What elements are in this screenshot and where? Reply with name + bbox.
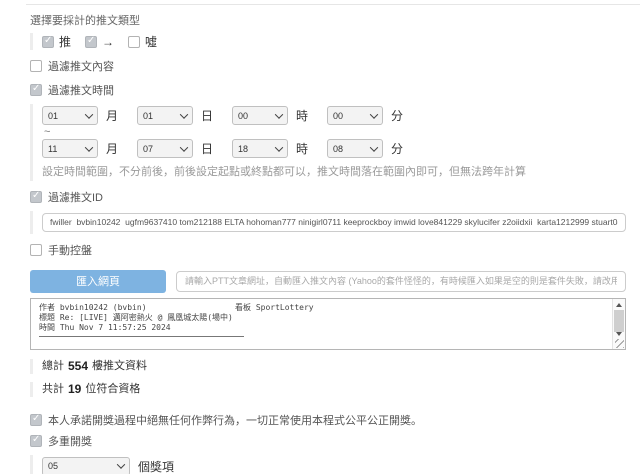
chevron-down-icon [274, 142, 284, 152]
chevron-down-icon [84, 142, 94, 152]
month-unit-label: 月 [106, 142, 119, 156]
manual-rig-checkbox[interactable] [30, 243, 42, 256]
article-author-board-line: 作者 bvbin10242 (bvbin) 看板 SportLottery [39, 303, 603, 313]
arrow-label: → [102, 34, 115, 49]
time-range-group: 01 月 01 日 00 時 00 分 ~ 11 月 07 日 18 時 08 … [30, 104, 626, 181]
multi-draw-label: 多重開獎 [48, 435, 92, 448]
article-content-textarea[interactable]: 作者 bvbin10242 (bvbin) 看板 SportLottery 標題… [30, 297, 626, 350]
prize-count-select[interactable]: 05 [42, 456, 130, 474]
lottery-form: 選擇要採計的推文類型 推 → 噓 過濾推文內容 過濾推文時間 01 月 [0, 5, 640, 474]
multi-draw-group: 05 個獎項 此選項可一次開出多位得獎者 [30, 454, 626, 474]
time-end-row: 11 月 07 日 18 時 08 分 [42, 139, 626, 158]
scrollbar-thumb[interactable] [614, 309, 624, 332]
chevron-down-icon [274, 109, 284, 119]
filter-content-checkbox[interactable] [30, 60, 42, 72]
filter-time-label: 過濾推文時間 [48, 85, 114, 97]
filter-id-row: 過濾推文ID [30, 189, 626, 205]
manual-rig-row: 手動控盤 [30, 242, 626, 258]
day-unit-label: 日 [201, 109, 214, 123]
qualified-count-line: 共計 19 位符合資格 [30, 381, 626, 397]
scroll-up-icon[interactable] [616, 302, 622, 307]
arrow-checkbox[interactable] [85, 35, 98, 48]
total-suffix: 樓推文資料 [92, 359, 148, 372]
day-unit-label: 日 [201, 142, 214, 156]
id-filter-input[interactable] [42, 212, 626, 232]
resize-grip-icon[interactable] [615, 338, 624, 348]
chevron-down-icon [179, 109, 189, 119]
minute-unit-label: 分 [391, 109, 404, 123]
filter-content-label: 過濾推文內容 [48, 61, 114, 73]
qualified-count: 19 [68, 381, 82, 396]
push-type-options: 推 → 噓 [30, 33, 626, 50]
push-type-option-arrow[interactable]: → [85, 35, 114, 49]
manual-rig-label: 手動控盤 [48, 244, 92, 257]
article-divider [39, 335, 244, 337]
article-board: 看板 SportLottery [235, 302, 314, 312]
end-minute-select[interactable]: 08 [327, 139, 384, 158]
chevron-down-icon [179, 142, 189, 152]
total-pushes-line: 總計 554 樓推文資料 [30, 358, 626, 374]
push-type-option-boo[interactable]: 噓 [128, 33, 157, 50]
start-day-select[interactable]: 01 [137, 106, 194, 125]
time-range-tilde: ~ [44, 126, 51, 138]
qualified-prefix: 共計 [42, 382, 64, 395]
filter-id-checkbox[interactable] [30, 190, 42, 203]
article-url-input[interactable] [176, 270, 626, 292]
push-type-option-push[interactable]: 推 [42, 33, 71, 50]
import-row: 匯入網頁 [30, 269, 626, 293]
month-unit-label: 月 [106, 109, 119, 123]
total-prefix: 總計 [42, 359, 64, 372]
chevron-down-icon [369, 109, 379, 119]
prize-unit-label: 個獎項 [138, 459, 175, 474]
time-range-hint: 設定時間範圍，不分前後，前後設定起點或終點都可以，推文時間落在範圍內即可，但無法… [42, 166, 526, 178]
total-count: 554 [68, 358, 89, 373]
minute-unit-label: 分 [391, 142, 404, 156]
filter-time-checkbox[interactable] [30, 83, 42, 96]
multi-draw-row: 多重開獎 [30, 433, 626, 449]
push-label: 推 [59, 35, 72, 49]
chevron-down-icon [84, 109, 94, 119]
multi-draw-checkbox[interactable] [30, 434, 42, 447]
import-webpage-button[interactable]: 匯入網頁 [30, 269, 166, 293]
pledge-label: 本人承諾開獎過程中絕無任何作弊行為，一切正常使用本程式公平公正開獎。 [48, 414, 422, 427]
end-month-select[interactable]: 11 [42, 139, 98, 158]
start-minute-select[interactable]: 00 [327, 106, 384, 125]
end-day-select[interactable]: 07 [137, 139, 194, 158]
article-author: 作者 bvbin10242 (bvbin) [39, 302, 147, 312]
end-hour-select[interactable]: 18 [232, 139, 289, 158]
boo-checkbox[interactable] [128, 35, 141, 48]
filter-time-row: 過濾推文時間 [30, 82, 626, 98]
qualified-suffix: 位符合資格 [85, 382, 141, 395]
filter-id-label: 過濾推文ID [48, 192, 103, 204]
article-title: 標題 Re: [LIVE] 邁阿密熱火 @ 鳳凰城太陽(場中) [39, 312, 233, 322]
scroll-down-icon[interactable] [616, 331, 622, 336]
start-month-select[interactable]: 01 [42, 106, 98, 125]
time-start-row: 01 月 01 日 00 時 00 分 [42, 106, 626, 125]
push-checkbox[interactable] [42, 35, 54, 48]
start-hour-select[interactable]: 00 [232, 106, 289, 125]
filter-content-row: 過濾推文內容 [30, 58, 626, 74]
article-time: 時間 Thu Nov 7 11:57:25 2024 [39, 322, 171, 332]
boo-label: 噓 [145, 35, 158, 49]
push-type-section-label: 選擇要採計的推文類型 [30, 15, 140, 27]
hour-unit-label: 時 [296, 109, 309, 123]
id-filter-group [30, 211, 626, 234]
chevron-down-icon [369, 142, 379, 152]
stats-section: 總計 554 樓推文資料 共計 19 位符合資格 [30, 358, 626, 397]
chevron-down-icon [116, 460, 126, 469]
hour-unit-label: 時 [296, 142, 309, 156]
pledge-row: 本人承諾開獎過程中絕無任何作弊行為，一切正常使用本程式公平公正開獎。 [30, 412, 626, 428]
pledge-checkbox[interactable] [30, 413, 42, 426]
